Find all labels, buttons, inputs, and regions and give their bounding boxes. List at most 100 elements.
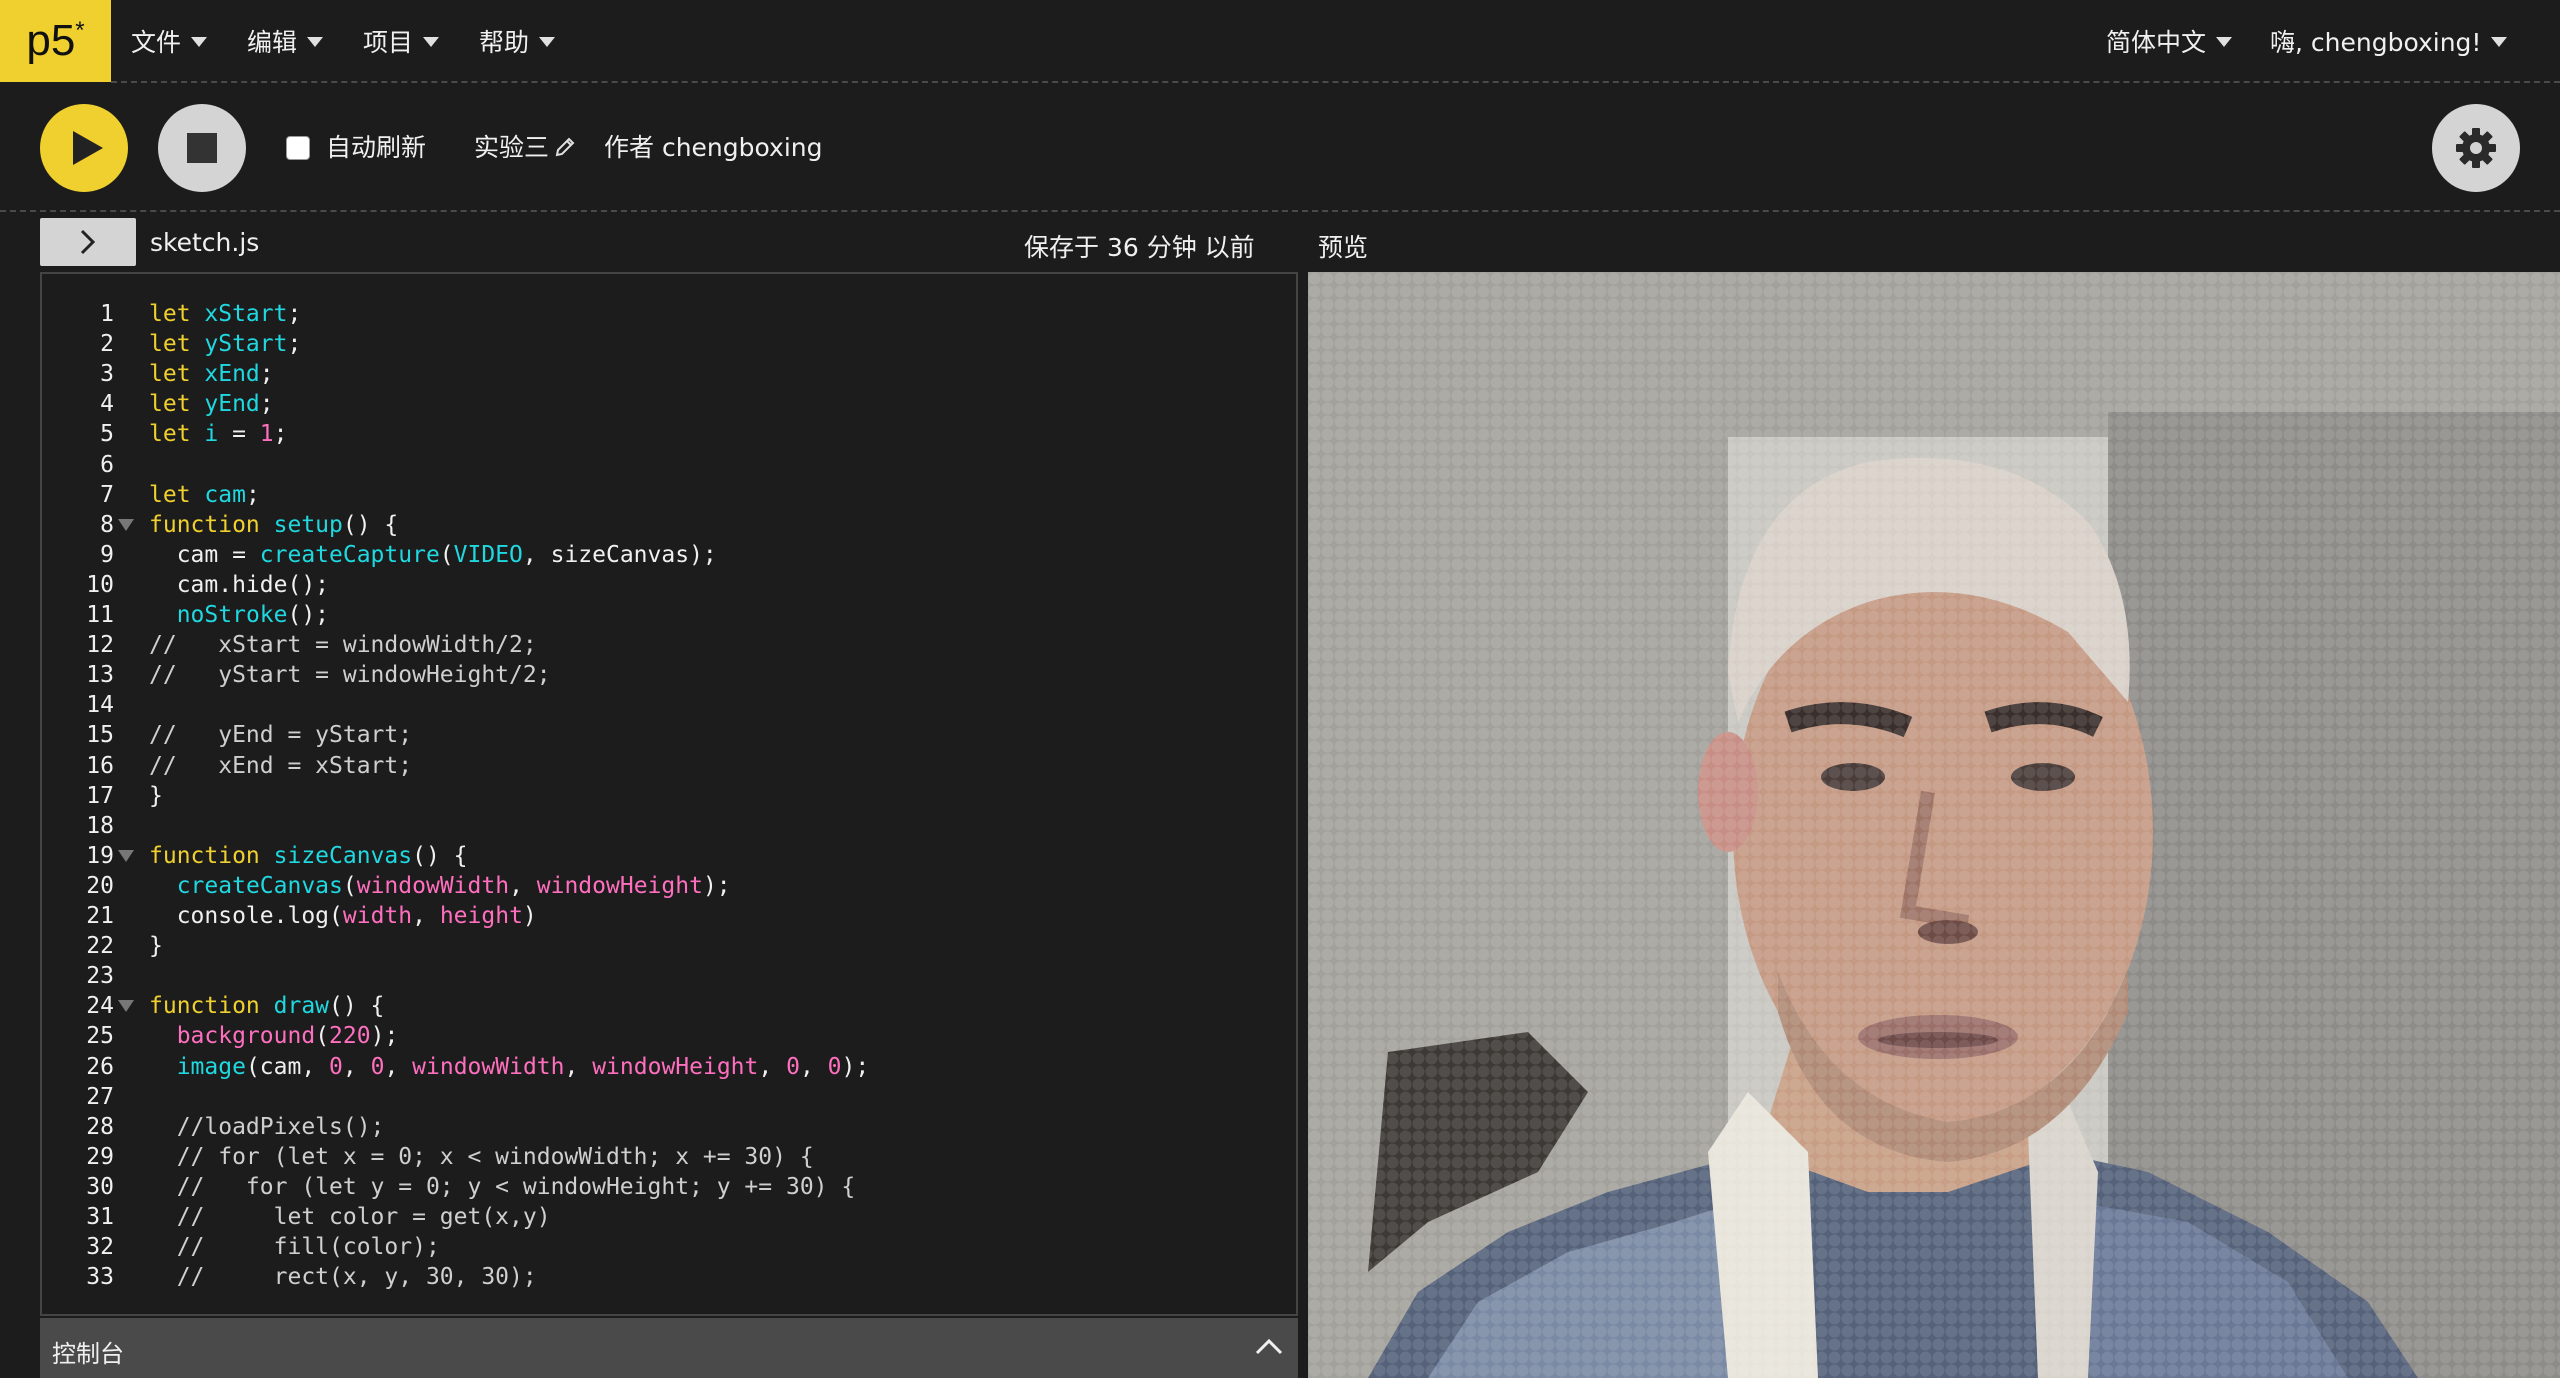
- toolbar-divider: [0, 210, 2560, 212]
- line-number: 1: [100, 301, 114, 327]
- language-menu[interactable]: 简体中文: [2106, 0, 2233, 82]
- code-line[interactable]: // for (let y = 0; y < windowHeight; y +…: [149, 1174, 856, 1200]
- code-line[interactable]: function setup() {: [149, 512, 398, 538]
- code-token: ,: [799, 1053, 828, 1080]
- code-token: 0: [370, 1053, 385, 1080]
- code-token: noStroke: [176, 602, 288, 628]
- menu-project[interactable]: 项目: [363, 0, 440, 82]
- code-line[interactable]: let xEnd;: [149, 361, 274, 387]
- pencil-icon[interactable]: [554, 136, 576, 158]
- code-line[interactable]: cam.hide();: [149, 572, 329, 598]
- code-line[interactable]: let i = 1;: [149, 421, 288, 447]
- code-line[interactable]: noStroke();: [149, 602, 329, 628]
- code-line[interactable]: createCanvas(windowWidth, windowHeight);: [149, 873, 731, 899]
- code-token: ,: [758, 1053, 787, 1080]
- line-number: 15: [86, 722, 114, 749]
- line-number: 26: [86, 1053, 114, 1080]
- line-number: 16: [86, 752, 114, 779]
- line-number: 11: [86, 602, 114, 628]
- caret-down-icon: [423, 37, 440, 47]
- code-token: (: [439, 541, 454, 568]
- sketch-preview[interactable]: [1308, 272, 2560, 1378]
- code-token: ;: [259, 391, 274, 418]
- code-line[interactable]: let yStart;: [149, 331, 301, 357]
- code-token: let: [149, 301, 205, 327]
- logo-text: p5: [26, 16, 76, 65]
- line-number: 4: [100, 391, 114, 418]
- code-token: // xEnd = xStart;: [149, 752, 413, 779]
- code-line[interactable]: // for (let x = 0; x < windowWidth; x +=…: [149, 1144, 814, 1170]
- auto-refresh-label[interactable]: 自动刷新: [326, 128, 426, 164]
- code-line[interactable]: }: [149, 933, 163, 959]
- code-token: image: [176, 1053, 246, 1080]
- code-line[interactable]: console.log(width, height): [149, 903, 537, 929]
- user-menu[interactable]: 嗨, chengboxing!: [2270, 0, 2508, 82]
- code-line[interactable]: // yStart = windowHeight/2;: [149, 662, 551, 688]
- caret-down-icon: [191, 37, 208, 47]
- code-line[interactable]: function draw() {: [149, 993, 384, 1019]
- code-token: }: [149, 782, 163, 809]
- code-line[interactable]: // xEnd = xStart;: [149, 753, 412, 779]
- sidebar-toggle-button[interactable]: [40, 218, 136, 266]
- code-line[interactable]: let xStart;: [149, 301, 301, 327]
- fold-arrow-icon[interactable]: [118, 1000, 134, 1013]
- file-tab[interactable]: sketch.js: [150, 228, 259, 257]
- code-token: xStart: [204, 301, 288, 327]
- code-token: let: [149, 331, 205, 358]
- menu-edit[interactable]: 编辑: [247, 0, 324, 82]
- code-token: () {: [329, 993, 385, 1020]
- code-token: =: [218, 421, 260, 448]
- line-number: 13: [86, 662, 114, 689]
- fold-arrow-icon[interactable]: [118, 849, 134, 862]
- code-line[interactable]: // let color = get(x,y): [149, 1204, 551, 1230]
- sketch-name[interactable]: 实验三: [474, 128, 549, 164]
- code-line[interactable]: // rect(x, y, 30, 30);: [149, 1264, 537, 1290]
- line-number-gutter: 1 2 3 4 5 6 7 8 9 10 11 12 13 14 15 16 17 18 19 20 21 22 23 24 2…: [42, 274, 134, 1314]
- language-label: 简体中文: [2106, 28, 2207, 57]
- console-label: 控制台: [52, 1340, 124, 1368]
- menu-help[interactable]: 帮助: [479, 0, 556, 82]
- line-number: 21: [86, 903, 114, 929]
- code-line[interactable]: background(220);: [149, 1023, 399, 1049]
- code-line[interactable]: // fill(color);: [149, 1234, 440, 1260]
- code-line[interactable]: // xStart = windowWidth/2;: [149, 632, 537, 658]
- code-line[interactable]: }: [149, 783, 163, 809]
- p5-logo[interactable]: p5 *: [0, 0, 111, 82]
- code-token: // xStart = windowWidth/2;: [149, 632, 537, 659]
- code-token: // fill(color);: [149, 1234, 440, 1261]
- code-token: );: [841, 1053, 870, 1080]
- stop-button[interactable]: [158, 104, 246, 192]
- code-line[interactable]: image(cam, 0, 0, windowWidth, windowHeig…: [149, 1053, 870, 1080]
- code-token: ,: [509, 872, 537, 899]
- code-editor[interactable]: 1 2 3 4 5 6 7 8 9 10 11 12 13 14 15 16 17 18 19 20 21 22 23 24 2…: [40, 272, 1298, 1316]
- code-token: // for (let x = 0; x < windowWidth; x +=…: [149, 1143, 814, 1170]
- code-token: function: [149, 511, 274, 538]
- code-line[interactable]: let yEnd;: [149, 391, 274, 417]
- author-label: 作者 chengboxing: [604, 133, 823, 162]
- play-button[interactable]: [40, 104, 128, 192]
- line-number: 24: [86, 993, 114, 1020]
- code-token: console.log(: [149, 903, 343, 929]
- code-token: xEnd: [204, 361, 260, 388]
- code-token: // let color = get(x,y): [149, 1204, 551, 1230]
- code-token: windowWidth: [356, 872, 510, 899]
- code-token: height: [439, 903, 523, 929]
- fold-arrow-icon[interactable]: [118, 518, 134, 531]
- settings-button[interactable]: [2432, 104, 2520, 192]
- code-token: 1: [259, 421, 274, 448]
- code-line[interactable]: let cam;: [149, 482, 260, 508]
- code-token: ): [522, 903, 537, 929]
- code-token: windowWidth: [412, 1053, 565, 1080]
- code-line[interactable]: // yEnd = yStart;: [149, 722, 412, 748]
- code-line[interactable]: cam = createCapture(VIDEO, sizeCanvas);: [149, 542, 717, 568]
- code-token: ,: [384, 1053, 413, 1080]
- console-bar[interactable]: 控制台: [40, 1318, 1298, 1378]
- chevron-up-icon[interactable]: [1254, 1336, 1284, 1358]
- line-number: 31: [86, 1204, 114, 1230]
- saved-status: 保存于 36 分钟 以前: [1024, 233, 1255, 262]
- auto-refresh-checkbox[interactable]: [286, 136, 310, 160]
- code-line[interactable]: //loadPixels();: [149, 1114, 385, 1140]
- menu-file[interactable]: 文件: [131, 0, 208, 82]
- code-line[interactable]: function sizeCanvas() {: [149, 843, 468, 869]
